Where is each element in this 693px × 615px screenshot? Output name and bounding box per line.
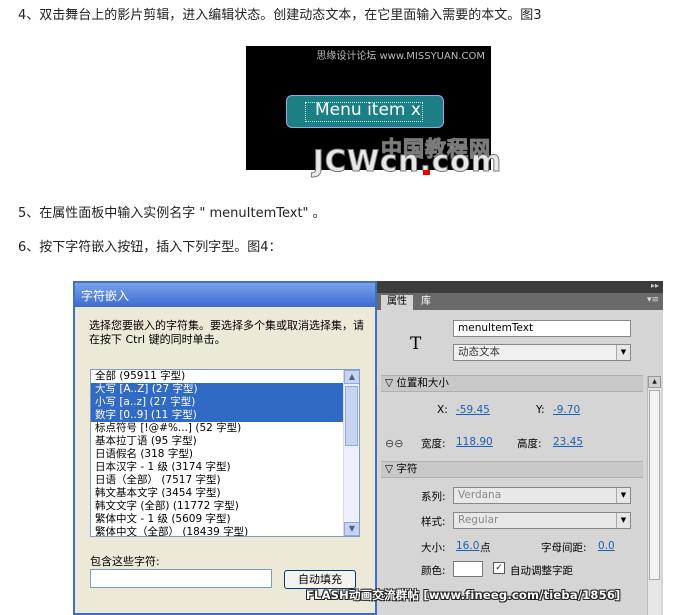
panel-scroll-thumb[interactable] xyxy=(649,390,660,580)
section-character[interactable]: ▽ 字符 xyxy=(381,461,643,478)
text-color-swatch[interactable] xyxy=(453,561,483,577)
charset-item[interactable]: 日语假名 (318 字型) xyxy=(91,448,345,461)
size-unit: 点 xyxy=(480,542,491,554)
charset-item[interactable]: 基本拉丁语 (95 字型) xyxy=(91,435,345,448)
dialog-description: 选择您要嵌入的字符集。要选择多个集或取消选择集，请在按下 Ctrl 键的同时单击… xyxy=(89,319,364,346)
size-value[interactable]: 16.0 xyxy=(456,540,479,552)
panel-scrollbar[interactable]: ▲ xyxy=(647,376,661,615)
section-position-size[interactable]: ▽ 位置和大小 xyxy=(381,375,643,392)
charset-item[interactable]: 大写 [A..Z] (27 字型) xyxy=(91,383,345,396)
font-style-select[interactable]: Regular ▼ xyxy=(453,512,631,529)
charset-item[interactable]: 繁体中文（全部） (18439 字型) xyxy=(91,526,345,536)
step-4-text: 4、双击舞台上的影片剪辑，进入编辑状态。创建动态文本，在它里面输入需要的本文。图… xyxy=(18,8,542,23)
width-label: 宽度: xyxy=(421,438,446,450)
charset-item[interactable]: 日本汉字 - 1 级 (3174 字型) xyxy=(91,461,345,474)
include-chars-label: 包含这些字符: xyxy=(90,555,160,568)
charset-item[interactable]: 小写 [a..z] (27 字型) xyxy=(91,396,345,409)
footer-watermark: FLASH动画交流群帖 [www.fineeg.com/tieba/1856] xyxy=(306,588,621,602)
color-label: 颜色: xyxy=(421,565,446,577)
tab-properties[interactable]: 属性 xyxy=(381,295,413,310)
properties-panel: ▸▸ 属性 库 ▾≡ T menuItemText 动态文本 ▼ ▽ 位置和大小… xyxy=(377,281,663,615)
charset-item[interactable]: 全部 (95911 字型) xyxy=(91,370,345,383)
auto-kern-label: 自动调整字距 xyxy=(510,565,573,577)
collapse-icon[interactable]: ▸▸ xyxy=(651,281,659,290)
instance-name-input[interactable]: menuItemText xyxy=(453,320,631,337)
charset-item[interactable]: 繁体中文 - 1 级 (5609 字型) xyxy=(91,513,345,526)
size-label: 大小: xyxy=(421,542,446,554)
x-value[interactable]: -59.45 xyxy=(456,404,490,416)
dialog-title[interactable]: 字符嵌入 xyxy=(75,283,375,307)
family-label: 系列: xyxy=(421,491,446,503)
text-tool-icon: T xyxy=(410,334,422,354)
menu-item-clip[interactable]: Menu item x xyxy=(286,95,444,128)
letter-spacing-label: 字母间距: xyxy=(541,542,587,554)
y-label: Y: xyxy=(536,404,545,416)
charset-items: 全部 (95911 字型) 大写 [A..Z] (27 字型) 小写 [a..z] … xyxy=(91,370,345,536)
chevron-down-icon: ▼ xyxy=(616,345,630,360)
section-character-label: 字符 xyxy=(396,463,418,475)
step-5-text: 5、在属性面板中输入实例名字 " menuItemText" 。 xyxy=(18,206,326,221)
scroll-down-icon[interactable]: ▼ xyxy=(344,522,359,536)
include-chars-input[interactable] xyxy=(90,569,272,588)
panel-tabs: 属性 库 ▾≡ xyxy=(377,293,663,310)
panel-top-bar: ▸▸ xyxy=(377,281,663,293)
link-icon[interactable]: ⊖⊖ xyxy=(385,437,403,450)
charset-item[interactable]: 韩文基本文字 (3454 字型) xyxy=(91,487,345,500)
height-label: 高度: xyxy=(517,438,542,450)
font-family-value: Verdana xyxy=(458,489,502,501)
chevron-down-icon: ▼ xyxy=(616,488,630,503)
charset-item[interactable]: 数字 [0..9] (11 字型) xyxy=(91,409,345,422)
figure-4: 字符嵌入 选择您要嵌入的字符集。要选择多个集或取消选择集，请在按下 Ctrl 键… xyxy=(73,281,663,615)
scroll-up-icon[interactable]: ▲ xyxy=(648,376,661,388)
section-position-label: 位置和大小 xyxy=(396,377,449,389)
letter-spacing-value[interactable]: 0.0 xyxy=(598,540,615,552)
watermark-red-square xyxy=(423,170,430,175)
scroll-thumb[interactable] xyxy=(345,386,358,446)
style-label: 样式: xyxy=(421,516,446,528)
width-value[interactable]: 118.90 xyxy=(456,436,493,448)
charset-item[interactable]: 韩文文字 (全部) (11772 字型) xyxy=(91,500,345,513)
character-embedding-dialog: 字符嵌入 选择您要嵌入的字符集。要选择多个集或取消选择集，请在按下 Ctrl 键… xyxy=(73,281,377,615)
height-value[interactable]: 23.45 xyxy=(553,436,583,448)
text-type-value: 动态文本 xyxy=(458,346,500,358)
y-value[interactable]: -9.70 xyxy=(553,404,580,416)
charset-item[interactable]: 标点符号 [!@#%...] (52 字型) xyxy=(91,422,345,435)
site-watermark: 思缘设计论坛 www.MISSYUAN.COM xyxy=(316,51,485,62)
panel-menu-icon[interactable]: ▾≡ xyxy=(647,295,659,305)
charset-list[interactable]: 全部 (95911 字型) 大写 [A..Z] (27 字型) 小写 [a..z] … xyxy=(90,369,360,537)
chevron-down-icon: ▼ xyxy=(616,513,630,528)
auto-kern-checkbox[interactable]: ✓ xyxy=(493,562,505,574)
x-label: X: xyxy=(437,404,448,416)
font-style-value: Regular xyxy=(458,514,499,526)
scroll-up-icon[interactable]: ▲ xyxy=(344,370,359,384)
charset-item[interactable]: 日语（全部） (7517 字型) xyxy=(91,474,345,487)
tab-library[interactable]: 库 xyxy=(415,295,437,310)
watermark-en: JCWcn.com xyxy=(312,144,503,179)
text-type-select[interactable]: 动态文本 ▼ xyxy=(453,344,631,361)
list-scrollbar[interactable]: ▲ ▼ xyxy=(343,370,359,536)
menu-item-label: Menu item x xyxy=(315,100,421,120)
font-family-select[interactable]: Verdana ▼ xyxy=(453,487,631,504)
step-6-text: 6、按下字符嵌入按钮，插入下列字型。图4： xyxy=(18,240,282,255)
